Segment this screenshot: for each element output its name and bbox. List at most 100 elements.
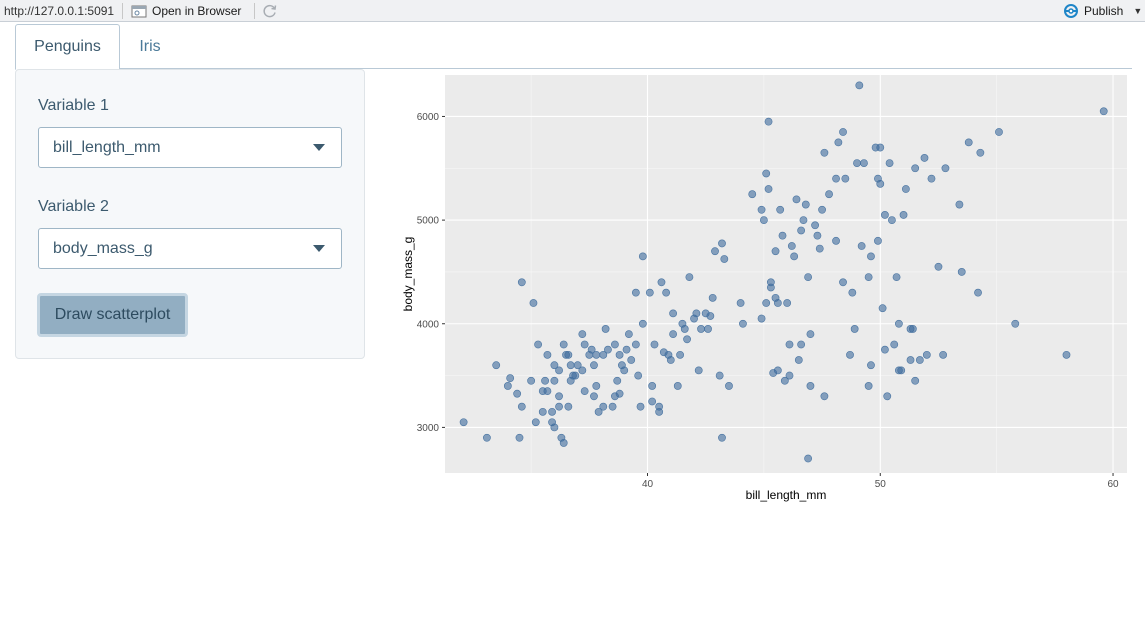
data-point [878, 304, 887, 313]
data-point [815, 244, 824, 253]
y-axis-ticks: 3000 4000 5000 6000 [417, 112, 445, 434]
data-point [590, 361, 598, 370]
data-point [564, 402, 573, 411]
data-point [850, 325, 859, 333]
data-point [881, 345, 889, 354]
variable-2-select[interactable]: body_mass_g [38, 228, 342, 269]
data-point [599, 402, 608, 411]
data-point [857, 242, 866, 250]
variable-1-select[interactable]: bill_length_mm [38, 127, 342, 168]
data-point [527, 376, 536, 385]
data-point [915, 356, 924, 364]
data-point [564, 350, 573, 359]
data-point [627, 356, 636, 364]
data-point [934, 262, 943, 271]
browser-window-icon [131, 5, 147, 18]
data-point [876, 179, 885, 188]
data-point [1011, 319, 1020, 328]
data-point [790, 252, 799, 261]
data-point [638, 252, 647, 261]
publish-icon [1064, 4, 1078, 18]
data-point [492, 361, 501, 370]
data-point [459, 418, 468, 427]
data-point [613, 376, 622, 385]
draw-scatterplot-button[interactable]: Draw scatterplot [37, 293, 188, 337]
data-point [578, 366, 587, 375]
data-point [974, 288, 982, 297]
publish-button[interactable]: Publish ▼ [1062, 2, 1142, 20]
data-point [995, 128, 1003, 136]
data-point [894, 319, 903, 328]
data-point [762, 299, 771, 307]
data-point [832, 236, 840, 245]
data-point [797, 226, 806, 235]
data-point [590, 392, 598, 401]
tab-penguins[interactable]: Penguins [15, 24, 120, 70]
data-point [559, 340, 568, 349]
data-point [881, 211, 889, 219]
data-point [911, 376, 920, 385]
data-point [631, 288, 640, 297]
dropdown-arrow-icon [313, 144, 325, 151]
data-point [739, 319, 747, 328]
data-point [864, 273, 873, 282]
data-point [899, 211, 908, 219]
data-point [720, 255, 729, 263]
refresh-icon[interactable] [262, 3, 278, 19]
data-point [645, 288, 654, 297]
data-point [718, 239, 726, 248]
data-point [657, 278, 666, 287]
data-point [867, 252, 875, 261]
data-point [531, 418, 540, 427]
data-point [787, 242, 796, 250]
data-point [825, 190, 833, 199]
data-point [662, 288, 671, 297]
data-point [799, 216, 808, 225]
data-point [550, 376, 559, 385]
data-point [624, 330, 633, 339]
toolbar-divider [122, 3, 123, 19]
chevron-down-icon[interactable]: ▼ [1133, 6, 1142, 16]
data-point [839, 128, 847, 136]
data-point [874, 236, 882, 245]
data-point [876, 143, 885, 152]
data-point [669, 309, 678, 318]
data-point [757, 205, 766, 214]
y-tick-label: 4000 [417, 319, 440, 330]
toolbar-divider [254, 3, 255, 19]
data-point [1099, 107, 1108, 116]
data-point [846, 350, 854, 359]
data-point [771, 247, 780, 256]
data-point [666, 356, 675, 364]
data-point [648, 382, 657, 390]
data-point [1062, 350, 1071, 359]
data-point [550, 423, 559, 432]
data-point [611, 340, 619, 349]
x-tick-label: 50 [875, 479, 887, 490]
data-point [543, 350, 552, 359]
data-point [482, 433, 491, 442]
data-point [906, 356, 915, 364]
data-point [711, 247, 719, 256]
data-point [515, 433, 524, 442]
data-point [555, 392, 563, 401]
data-point [766, 278, 775, 287]
data-point [697, 325, 705, 333]
y-tick-label: 5000 [417, 216, 440, 227]
data-point [764, 117, 773, 126]
data-point [548, 407, 556, 416]
open-in-browser-label: Open in Browser [152, 4, 242, 18]
sidebar-panel: Variable 1 bill_length_mm Variable 2 bod… [15, 69, 365, 359]
open-in-browser-button[interactable]: Open in Browser [131, 2, 241, 20]
data-point [957, 268, 966, 276]
plot-panel [445, 75, 1127, 473]
data-point [615, 389, 624, 398]
data-point [503, 382, 512, 390]
variable-1-value: bill_length_mm [53, 139, 161, 156]
data-point [888, 216, 896, 225]
data-point [604, 345, 612, 354]
data-point [578, 330, 587, 339]
tab-iris[interactable]: Iris [120, 24, 180, 69]
data-point [804, 273, 813, 282]
data-point [906, 325, 915, 333]
